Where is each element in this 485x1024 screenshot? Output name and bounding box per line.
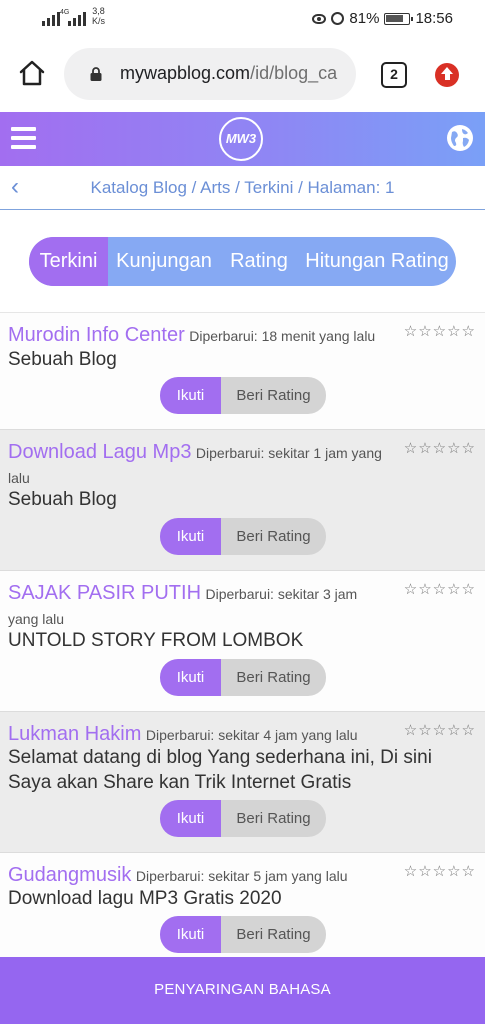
star-rating-icon: ☆☆☆☆☆ <box>403 722 476 739</box>
blog-title-link[interactable]: Download Lagu Mp3 <box>8 441 191 463</box>
hamburger-menu-icon[interactable] <box>11 127 36 149</box>
star-rating-icon: ☆☆☆☆☆ <box>403 581 476 598</box>
battery-percent: 81% <box>349 10 380 27</box>
entry-header: Murodin Info Center Diperbarui: 18 menit… <box>8 323 383 349</box>
eye-comfort-icon <box>312 13 327 24</box>
rate-button[interactable]: Beri Rating <box>221 377 326 414</box>
url-path: /id/blog_ca <box>250 63 338 83</box>
rate-button[interactable]: Beri Rating <box>221 800 326 837</box>
star-rating-icon: ☆☆☆☆☆ <box>403 323 476 340</box>
blog-description: Download lagu MP3 Gratis 2020 <box>8 888 282 909</box>
tab-switcher-button[interactable]: 2 <box>381 62 407 88</box>
updated-time: Diperbarui: 18 menit yang lalu <box>189 328 376 344</box>
cell-signal-icon <box>42 10 60 26</box>
star-rating-icon: ☆☆☆☆☆ <box>403 863 476 880</box>
language-filter-bar[interactable]: PENYARINGAN BAHASA <box>0 957 485 1024</box>
status-bar: 4G 3,8 K/s 81% 18:56 <box>0 0 485 38</box>
entry-actions: Ikuti Beri Rating <box>160 377 326 414</box>
blog-list-item: Gudangmusik Diperbarui: sekitar 5 jam ya… <box>0 853 485 957</box>
network-speed-unit: K/s <box>92 16 106 26</box>
cell-signal-icon-2 <box>68 10 86 26</box>
blog-list-item: Murodin Info Center Diperbarui: 18 menit… <box>0 313 485 430</box>
updated-time: Diperbarui: sekitar 5 jam yang lalu <box>135 868 348 884</box>
alarm-icon <box>331 12 345 25</box>
blog-description: UNTOLD STORY FROM LOMBOK <box>8 630 304 651</box>
blog-title-link[interactable]: Lukman Hakim <box>8 723 141 745</box>
breadcrumb: ‹ Katalog Blog / Arts / Terkini / Halama… <box>0 166 485 210</box>
status-right-group: 81% 18:56 <box>312 10 453 27</box>
url-text: mywapblog.com/id/blog_ca <box>120 63 337 84</box>
follow-button[interactable]: Ikuti <box>160 800 221 837</box>
rate-button[interactable]: Beri Rating <box>221 518 326 555</box>
follow-button[interactable]: Ikuti <box>160 377 221 414</box>
language-filter-label: PENYARINGAN BAHASA <box>154 981 331 998</box>
blog-title-link[interactable]: Murodin Info Center <box>8 324 185 346</box>
blog-description: Sebuah Blog <box>8 489 117 510</box>
site-logo[interactable]: MW3 <box>219 117 263 161</box>
entry-header: SAJAK PASIR PUTIH Diperbarui: sekitar 3 … <box>8 581 383 632</box>
entry-header: Download Lagu Mp3 Diperbarui: sekitar 1 … <box>8 440 383 491</box>
clock: 18:56 <box>415 10 453 27</box>
blog-list-item: Download Lagu Mp3 Diperbarui: sekitar 1 … <box>0 430 485 571</box>
url-domain: mywapblog.com <box>120 63 251 83</box>
browser-toolbar: mywapblog.com/id/blog_ca 2 <box>0 38 485 112</box>
browser-update-icon[interactable] <box>435 63 459 87</box>
tab-kunjungan[interactable]: Kunjungan <box>108 237 220 286</box>
network-speed: 3,8 K/s <box>92 6 105 26</box>
globe-icon[interactable] <box>446 124 474 152</box>
entry-actions: Ikuti Beri Rating <box>160 800 326 837</box>
app-header: MW3 <box>0 112 485 166</box>
rate-button[interactable]: Beri Rating <box>221 659 326 696</box>
star-rating-icon: ☆☆☆☆☆ <box>403 440 476 457</box>
network-speed-value: 3,8 <box>92 6 105 16</box>
blog-description: Selamat datang di blog Yang sederhana in… <box>8 747 432 793</box>
follow-button[interactable]: Ikuti <box>160 518 221 555</box>
follow-button[interactable]: Ikuti <box>160 916 221 953</box>
address-bar[interactable]: mywapblog.com/id/blog_ca <box>64 48 356 100</box>
blog-title-link[interactable]: Gudangmusik <box>8 864 131 886</box>
tab-hitungan-rating[interactable]: Hitungan Rating <box>298 237 456 286</box>
updated-time: Diperbarui: sekitar 4 jam yang lalu <box>145 727 358 743</box>
sort-area: Terkini Kunjungan Rating Hitungan Rating <box>0 211 485 313</box>
lock-icon <box>90 67 102 81</box>
entry-actions: Ikuti Beri Rating <box>160 659 326 696</box>
sort-tabs: Terkini Kunjungan Rating Hitungan Rating <box>29 237 456 286</box>
entry-actions: Ikuti Beri Rating <box>160 916 326 953</box>
tab-rating[interactable]: Rating <box>220 237 298 286</box>
tab-terkini[interactable]: Terkini <box>29 237 108 286</box>
battery-icon <box>384 12 414 25</box>
home-icon[interactable] <box>18 60 46 86</box>
breadcrumb-text[interactable]: Katalog Blog / Arts / Terkini / Halaman:… <box>0 178 485 198</box>
blog-list-item: Lukman Hakim Diperbarui: sekitar 4 jam y… <box>0 712 485 853</box>
blog-list-item: SAJAK PASIR PUTIH Diperbarui: sekitar 3 … <box>0 571 485 712</box>
blog-description: Sebuah Blog <box>8 349 117 370</box>
follow-button[interactable]: Ikuti <box>160 659 221 696</box>
rate-button[interactable]: Beri Rating <box>221 916 326 953</box>
entry-actions: Ikuti Beri Rating <box>160 518 326 555</box>
blog-title-link[interactable]: SAJAK PASIR PUTIH <box>8 582 201 604</box>
